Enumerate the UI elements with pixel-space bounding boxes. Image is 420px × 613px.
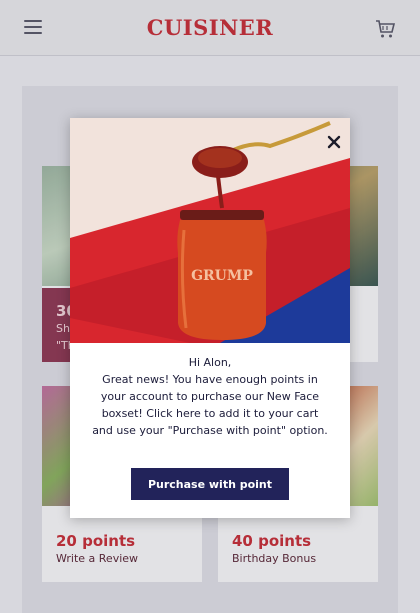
close-icon[interactable] [326, 134, 342, 150]
modal-hero-image: GRUMP [70, 118, 350, 343]
modal-message: Great news! You have enough points in yo… [92, 373, 328, 437]
modal-message-block: Hi Alon, Great news! You have enough poi… [90, 354, 330, 439]
jar-label: GRUMP [191, 268, 253, 284]
reward-modal: GRUMP Hi Alon, Great news! You have enou… [70, 118, 350, 518]
purchase-with-point-button[interactable]: Purchase with point [131, 468, 289, 500]
modal-greeting: Hi Alon, [188, 356, 232, 369]
